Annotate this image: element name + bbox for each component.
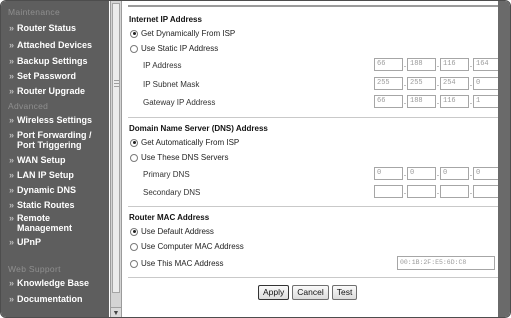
sidebar-section-web-support: Web Support [8,264,61,274]
mac-address-input[interactable]: 00:1B:2F:E5:6D:C8 [397,256,495,270]
sidebar-section-advanced: Advanced [8,101,49,111]
bullet-icon: » [9,278,15,288]
bullet-icon: » [9,86,15,96]
wan-basic-settings-panel: Internet IP Address Get Dynamically From… [122,1,502,317]
radio-use-static-ip[interactable]: Use Static IP Address [130,44,218,53]
radio-unselected-icon[interactable] [130,259,138,268]
radio-mac-computer[interactable]: Use Computer MAC Address [130,242,244,251]
divider [128,5,498,7]
secondary-dns-input[interactable]: . . . [374,185,502,198]
radio-dns-manual[interactable]: Use These DNS Servers [130,153,228,162]
bullet-icon: » [9,155,15,165]
sidebar-section-maintenance: Maintenance [8,7,60,17]
gateway-ip-input[interactable]: 66. 188. 116. 1 [374,95,502,108]
secondary-dns-octet-2[interactable] [407,185,436,198]
primary-dns-octet-2[interactable]: 0 [407,167,436,180]
sidebar-item-static-routes[interactable]: » Static Routes [9,200,75,210]
bullet-icon: » [9,40,15,50]
sidebar-item-lan-ip-setup[interactable]: » LAN IP Setup [9,170,74,180]
sidebar-item-remote-management[interactable]: » Remote Management [9,213,72,233]
bullet-icon: » [9,200,15,210]
sidebar-item-documentation[interactable]: » Documentation [9,294,83,304]
bullet-icon: » [9,56,15,66]
sidebar-item-dynamic-dns[interactable]: » Dynamic DNS [9,185,76,195]
bullet-icon: » [9,294,15,304]
sidebar-item-wan-setup[interactable]: » WAN Setup [9,155,66,165]
sidebar-nav: Maintenance » Router Status » Attached Dev… [1,1,109,317]
radio-unselected-icon[interactable] [130,242,138,251]
router-admin-window: Maintenance » Router Status » Attached Dev… [0,0,511,318]
ip-octet-2[interactable]: 188 [407,58,436,71]
sidebar-item-router-upgrade[interactable]: » Router Upgrade [9,86,85,96]
secondary-dns-octet-1[interactable] [374,185,403,198]
bullet-icon: » [9,170,15,180]
divider [128,277,498,278]
bullet-icon: » [9,213,15,223]
sidebar-item-upnp[interactable]: » UPnP [9,237,41,247]
gateway-ip-label: Gateway IP Address [143,98,216,107]
mask-octet-3[interactable]: 254 [440,77,469,90]
scrollbar-thumb[interactable] [112,3,120,293]
primary-dns-octet-1[interactable]: 0 [374,167,403,180]
sidebar-item-router-status[interactable]: » Router Status [9,23,76,33]
scroll-down-arrow-icon[interactable]: ▼ [111,307,121,317]
primary-dns-label: Primary DNS [143,170,190,179]
mac-title: Router MAC Address [129,213,210,222]
bullet-icon: » [9,23,15,33]
dns-title: Domain Name Server (DNS) Address [129,124,268,133]
ip-address-input[interactable]: 66. 188. 116. 164 [374,58,502,71]
secondary-dns-octet-3[interactable] [440,185,469,198]
ip-octet-1[interactable]: 66 [374,58,403,71]
radio-selected-icon[interactable] [130,29,138,38]
radio-get-dynamic-ip[interactable]: Get Dynamically From ISP [130,29,235,38]
sidebar-scrollbar[interactable]: ▼ [110,1,122,317]
radio-selected-icon[interactable] [130,227,138,236]
gateway-octet-2[interactable]: 188 [407,95,436,108]
sidebar-item-backup-settings[interactable]: » Backup Settings [9,56,88,66]
radio-unselected-icon[interactable] [130,153,138,162]
sidebar-item-knowledge-base[interactable]: » Knowledge Base [9,278,89,288]
bullet-icon: » [9,185,15,195]
gateway-octet-1[interactable]: 66 [374,95,403,108]
secondary-dns-label: Secondary DNS [143,188,201,197]
primary-dns-input[interactable]: 0. 0. 0. 0 [374,167,502,180]
apply-button[interactable]: Apply [258,285,290,300]
mask-octet-2[interactable]: 255 [407,77,436,90]
mask-octet-1[interactable]: 255 [374,77,403,90]
subnet-mask-label: IP Subnet Mask [143,80,200,89]
bullet-icon: » [9,115,15,125]
ip-address-label: IP Address [143,61,182,70]
sidebar-item-port-forwarding[interactable]: » Port Forwarding / Port Triggering [9,130,92,150]
ip-octet-3[interactable]: 116 [440,58,469,71]
cancel-button[interactable]: Cancel [292,285,329,300]
sidebar-item-set-password[interactable]: » Set Password [9,71,76,81]
primary-dns-octet-3[interactable]: 0 [440,167,469,180]
test-button[interactable]: Test [331,285,358,300]
divider [128,206,498,207]
gateway-octet-3[interactable]: 116 [440,95,469,108]
subnet-mask-input[interactable]: 255. 255. 254. 0 [374,77,502,90]
radio-selected-icon[interactable] [130,138,138,147]
bullet-icon: » [9,237,15,247]
right-frame-edge [498,1,510,317]
bullet-icon: » [9,130,15,140]
internet-ip-title: Internet IP Address [129,15,202,24]
bullet-icon: » [9,71,15,81]
divider [128,117,498,118]
radio-mac-default[interactable]: Use Default Address [130,227,214,236]
radio-unselected-icon[interactable] [130,44,138,53]
action-buttons: Apply Cancel Test [258,285,358,300]
sidebar-item-wireless-settings[interactable]: » Wireless Settings [9,115,92,125]
radio-dns-auto[interactable]: Get Automatically From ISP [130,138,239,147]
radio-mac-this[interactable]: Use This MAC Address [130,259,224,268]
sidebar-item-attached-devices[interactable]: » Attached Devices [9,40,92,50]
